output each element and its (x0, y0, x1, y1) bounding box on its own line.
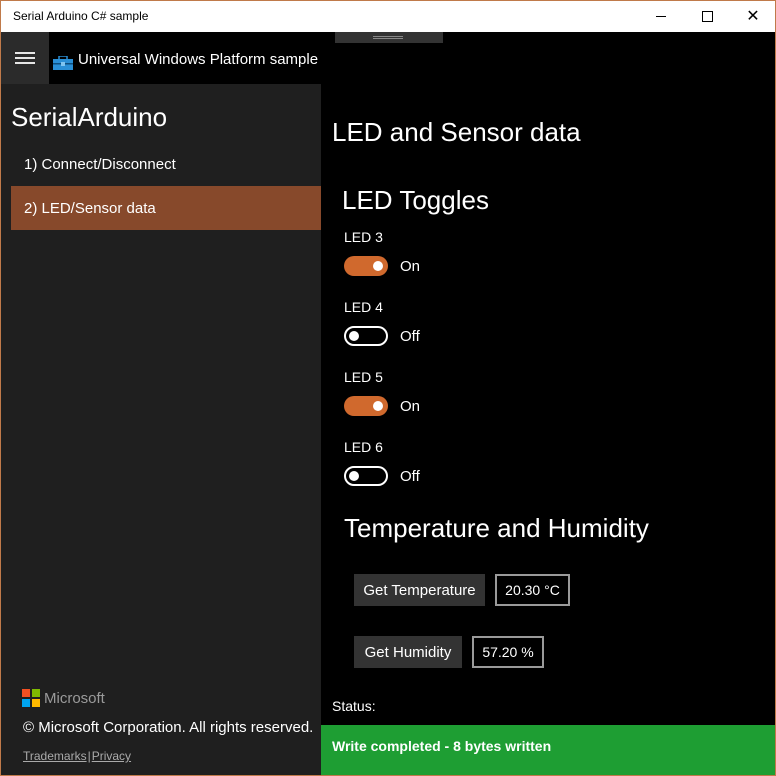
led-section-title: LED Toggles (342, 185, 489, 215)
window-title: Serial Arduino C# sample (13, 9, 149, 23)
sidebar-item-led-sensor-data[interactable]: 2) LED/Sensor data (11, 186, 321, 230)
status-bar: Write completed - 8 bytes written (321, 725, 775, 775)
toggle-knob (373, 261, 383, 271)
led-6-label: LED 6 (344, 439, 383, 455)
copyright-text: © Microsoft Corporation. All rights rese… (23, 719, 314, 736)
led-3-label: LED 3 (344, 229, 383, 245)
microsoft-logo: Microsoft (22, 689, 105, 707)
hamburger-icon (15, 52, 35, 64)
toggle-knob (373, 401, 383, 411)
status-label: Status: (332, 698, 376, 714)
privacy-link[interactable]: Privacy (92, 749, 131, 763)
get-temperature-button[interactable]: Get Temperature (354, 574, 485, 606)
close-icon: ✕ (746, 7, 760, 25)
app-header-title: Universal Windows Platform sample (78, 51, 319, 68)
led-6-state: Off (400, 468, 420, 485)
page-title: LED and Sensor data (332, 117, 581, 147)
maximize-icon (701, 11, 713, 22)
led-3-toggle[interactable] (344, 256, 388, 276)
sidebar: SerialArduino 1) Connect/Disconnect 2) L… (1, 84, 321, 775)
led-6-toggle[interactable] (344, 466, 388, 486)
led-4-state: Off (400, 328, 420, 345)
led-4-toggle[interactable] (344, 326, 388, 346)
maximize-button[interactable] (684, 1, 730, 32)
get-humidity-button[interactable]: Get Humidity (354, 636, 462, 668)
app-window: Serial Arduino C# sample ✕ Universal Win… (0, 0, 776, 776)
sidebar-heading: SerialArduino (11, 102, 168, 132)
toolbox-icon (53, 56, 73, 70)
microsoft-logo-text: Microsoft (44, 689, 105, 707)
sidebar-item-connect-disconnect[interactable]: 1) Connect/Disconnect (11, 142, 321, 186)
led-5-label: LED 5 (344, 369, 383, 385)
toggle-knob (349, 331, 359, 341)
close-button[interactable]: ✕ (730, 1, 775, 32)
led-3-state: On (400, 258, 421, 275)
status-message: Write completed - 8 bytes written (332, 738, 552, 754)
microsoft-logo-icon (22, 689, 40, 707)
led-5-toggle[interactable] (344, 396, 388, 416)
humidity-value: 57.20 % (472, 636, 544, 668)
led-5-state: On (400, 398, 421, 415)
sidebar-item-label: 1) Connect/Disconnect (24, 155, 176, 173)
trademarks-link[interactable]: Trademarks (23, 749, 87, 763)
title-bar[interactable]: Serial Arduino C# sample ✕ (1, 1, 775, 32)
temperature-value: 20.30 °C (495, 574, 570, 606)
drag-handle[interactable] (335, 32, 443, 43)
main-content: LED and Sensor data LED Toggles LED 3 On… (321, 84, 775, 775)
minimize-icon (656, 16, 666, 17)
hamburger-menu-button[interactable] (1, 32, 49, 84)
footer-links: Trademarks|Privacy (23, 749, 131, 763)
led-4-label: LED 4 (344, 299, 383, 315)
sensor-section-title: Temperature and Humidity (344, 513, 649, 543)
minimize-button[interactable] (638, 1, 684, 32)
toggle-knob (349, 471, 359, 481)
app-header: Universal Windows Platform sample (49, 32, 321, 84)
link-separator: | (87, 749, 91, 763)
sidebar-item-label: 2) LED/Sensor data (24, 199, 156, 217)
